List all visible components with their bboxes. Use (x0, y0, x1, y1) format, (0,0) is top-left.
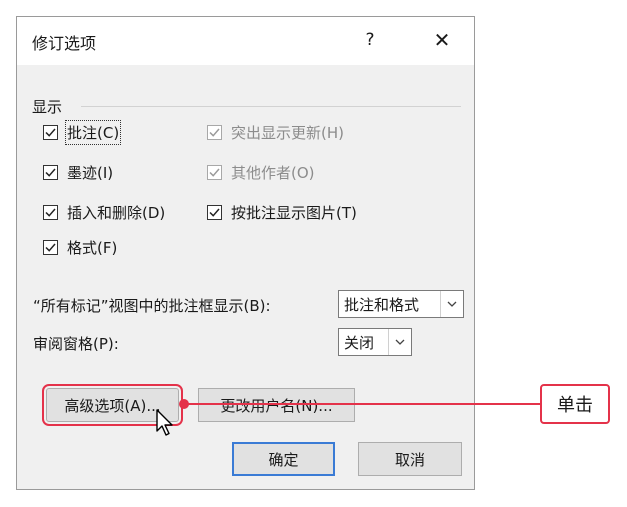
review-pane-select[interactable]: 关闭 (338, 328, 412, 356)
dialog-title: 修订选项 (32, 34, 97, 53)
section-divider (81, 106, 461, 107)
check-icon (209, 208, 220, 217)
check-icon (45, 168, 56, 177)
checkbox-box[interactable] (43, 164, 58, 180)
checkbox-label: 格式(F) (67, 238, 118, 257)
check-icon (45, 208, 56, 217)
chevron-down-icon[interactable] (388, 329, 411, 355)
checkbox-highlight-updates: 突出显示更新(H) (207, 121, 344, 143)
track-changes-options-dialog: 修订选项 ? ✕ 显示 批注(C) 墨迹(I) 插入和删除(D) 格式(F) 突… (16, 16, 475, 490)
help-button[interactable]: ? (357, 27, 383, 53)
checkbox-box[interactable] (43, 124, 58, 140)
close-button[interactable]: ✕ (427, 25, 457, 55)
callout-line (183, 403, 540, 405)
checkbox-insertions-deletions[interactable]: 插入和删除(D) (43, 201, 165, 223)
checkbox-box (207, 124, 222, 140)
check-icon (209, 128, 220, 137)
checkbox-formatting[interactable]: 格式(F) (43, 236, 117, 258)
balloons-select-value: 批注和格式 (344, 295, 420, 314)
checkbox-box[interactable] (43, 204, 58, 220)
checkbox-pictures-by-comments[interactable]: 按批注显示图片(T) (207, 201, 357, 223)
cancel-button[interactable]: 取消 (358, 442, 462, 476)
checkbox-ink[interactable]: 墨迹(I) (43, 161, 113, 183)
balloons-label: “所有标记”视图中的批注框显示(B): (33, 297, 271, 315)
balloons-select[interactable]: 批注和格式 (338, 290, 464, 318)
mouse-pointer-icon (156, 409, 173, 436)
checkbox-label: 墨迹(I) (67, 163, 114, 182)
check-icon (209, 168, 220, 177)
callout-dot (179, 399, 189, 409)
check-icon (45, 128, 56, 137)
chevron-down-icon[interactable] (440, 291, 463, 317)
title-bar: 修订选项 ? ✕ (17, 17, 474, 65)
checkbox-label: 其他作者(O) (231, 163, 315, 182)
checkbox-other-authors: 其他作者(O) (207, 161, 315, 183)
stage: 修订选项 ? ✕ 显示 批注(C) 墨迹(I) 插入和删除(D) 格式(F) 突… (0, 0, 627, 507)
checkbox-label: 插入和删除(D) (67, 203, 166, 222)
checkbox-comments[interactable]: 批注(C) (43, 119, 122, 145)
display-section-label: 显示 (32, 98, 63, 116)
review-pane-select-value: 关闭 (344, 333, 375, 352)
checkbox-box[interactable] (207, 204, 222, 220)
callout-label: 单击 (540, 384, 610, 424)
review-pane-label: 审阅窗格(P): (33, 335, 119, 353)
check-icon (45, 243, 56, 252)
checkbox-label: 按批注显示图片(T) (231, 203, 357, 222)
checkbox-label: 突出显示更新(H) (231, 123, 344, 142)
change-user-name-button[interactable]: 更改用户名(N)... (198, 388, 355, 422)
ok-button[interactable]: 确定 (232, 442, 335, 476)
checkbox-label: 批注(C) (64, 119, 122, 145)
checkbox-box[interactable] (43, 239, 58, 255)
checkbox-box (207, 164, 222, 180)
